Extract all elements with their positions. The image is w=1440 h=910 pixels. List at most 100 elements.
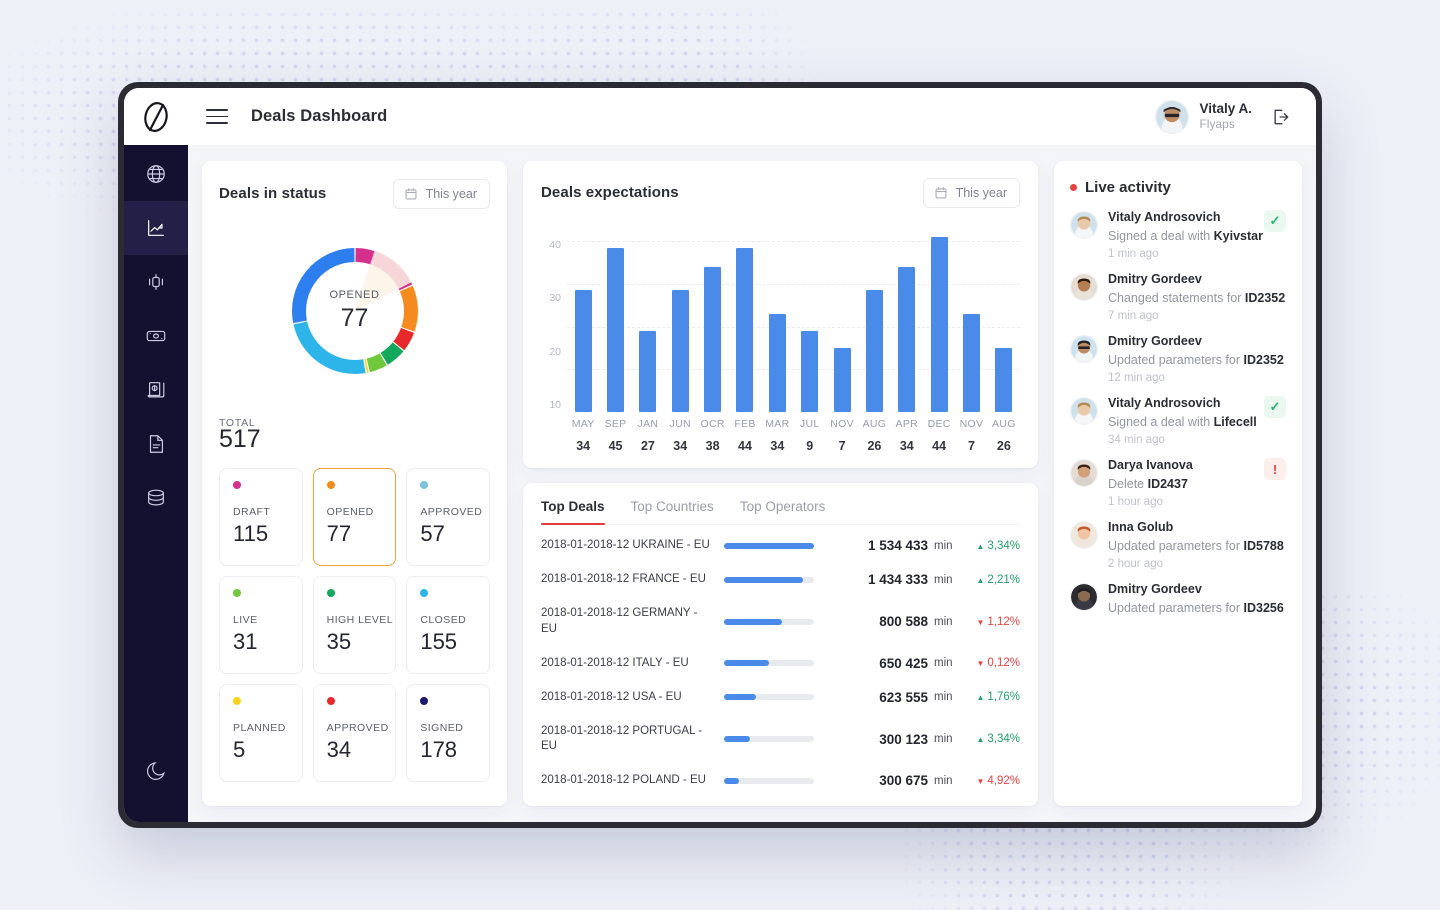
bar-column[interactable] <box>955 224 987 412</box>
hamburger-line <box>206 122 228 124</box>
app-logo[interactable] <box>124 88 188 145</box>
status-badge: ✓ <box>1264 396 1286 418</box>
logout-icon <box>1274 109 1289 124</box>
activity-target: ID2352 <box>1243 353 1284 367</box>
bar-column[interactable] <box>632 224 664 412</box>
deal-minutes: 650 425 <box>879 655 928 671</box>
tab-top-countries[interactable]: Top Countries <box>631 499 714 524</box>
deal-unit: min <box>934 539 953 552</box>
sidebar-item-invoice[interactable] <box>124 363 188 417</box>
deals-status-donut-chart: OPENED 77 <box>219 217 490 405</box>
x-axis-tick: SEP 45 <box>599 412 631 458</box>
table-row[interactable]: 2018-01-2018-12 GERMANY - EU 800 588 min ▼ 1… <box>541 606 1020 637</box>
calendar-icon <box>405 188 417 200</box>
list-item[interactable]: Dmitry Gordeev Changed statements for ID2… <box>1070 272 1286 322</box>
list-item[interactable]: Vitaly Androsovich Signed a deal with Kyi… <box>1070 210 1286 260</box>
tab-top-operators[interactable]: Top Operators <box>740 499 826 524</box>
stat-value: 5 <box>233 737 246 763</box>
x-axis-labels: MAY 34 SEP 45 JAN 27 JUN 34 OCR 38 FEB 44 MAR 34 JUL 9 N… <box>567 412 1020 458</box>
list-item[interactable]: Dmitry Gordeev Updated parameters for ID3… <box>1070 582 1286 615</box>
stat-card-opened[interactable]: OPENED 77 <box>312 468 397 567</box>
expectations-period-filter[interactable]: This year <box>922 178 1020 208</box>
deal-progress-track <box>724 660 814 667</box>
donut-segment-signed[interactable] <box>291 248 355 324</box>
bar-column[interactable] <box>696 224 728 412</box>
bar-column[interactable] <box>567 224 599 412</box>
list-item[interactable]: Darya Ivanova Delete ID2437 1 hour ago! <box>1070 458 1286 508</box>
sidebar-item-banknote[interactable] <box>124 309 188 363</box>
bar-column[interactable] <box>826 224 858 412</box>
table-row[interactable]: 2018-01-2018-12 USA - EU 623 555 min ▲ 1,76% <box>541 690 1020 706</box>
activity-timestamp: 1 min ago <box>1108 248 1159 260</box>
table-row[interactable]: 2018-01-2018-12 POLAND - EU 300 675 min ▼ 4,… <box>541 773 1020 789</box>
stat-card-approved[interactable]: APPROVED 57 <box>406 468 490 567</box>
stat-value: 178 <box>420 737 458 763</box>
charts-column: Deals expectations This year 10 20 30 40 <box>523 161 1038 806</box>
donut-segment-closed[interactable] <box>292 321 366 374</box>
donut-segment-high-level[interactable] <box>379 342 403 365</box>
user-menu[interactable]: Vitaly A. Flyaps <box>1155 99 1252 134</box>
stat-card-live[interactable]: LIVE 31 <box>219 576 303 675</box>
sidebar <box>124 145 188 822</box>
menu-toggle-button[interactable] <box>206 109 228 124</box>
bar-column[interactable] <box>923 224 955 412</box>
activity-target: ID3256 <box>1243 601 1284 615</box>
table-row[interactable]: 2018-01-2018-12 FRANCE - EU 1 434 333 min ▲… <box>541 572 1020 588</box>
list-item[interactable]: Inna Golub Updated parameters for ID5788 2… <box>1070 520 1286 570</box>
stat-card-signed[interactable]: SIGNED 178 <box>406 684 490 783</box>
deal-change: ▲ 3,34% <box>976 539 1020 552</box>
tab-top-deals[interactable]: Top Deals <box>541 499 605 525</box>
bar <box>898 266 916 412</box>
stat-card-high-level[interactable]: HIGH LEVEL 35 <box>312 576 397 675</box>
table-row[interactable]: 2018-01-2018-12 ITALY - EU 650 425 min ▼ 0,1… <box>541 656 1020 672</box>
list-item[interactable]: Vitaly Androsovich Signed a deal with Lif… <box>1070 396 1286 446</box>
bar-column[interactable] <box>794 224 826 412</box>
user-avatar-image <box>1156 100 1189 133</box>
activity-target: ID2352 <box>1244 291 1286 305</box>
sidebar-item-documents[interactable] <box>124 417 188 471</box>
donut-segment-live[interactable] <box>365 353 387 373</box>
status-stat-grid: DRAFT 115 OPENED 77 APPROVED 57 LIVE 31 HIGH LEV… <box>219 468 490 783</box>
stat-card-draft[interactable]: DRAFT 115 <box>219 468 303 567</box>
bar-column[interactable] <box>891 224 923 412</box>
bar-column[interactable] <box>858 224 890 412</box>
x-axis-tick: MAR 34 <box>761 412 793 458</box>
triangle-down-icon: ▼ <box>976 776 985 786</box>
sidebar-item-theme-toggle[interactable] <box>124 744 188 798</box>
logout-button[interactable] <box>1268 104 1294 130</box>
bar-column[interactable] <box>761 224 793 412</box>
status-badge: ✓ <box>1264 210 1286 232</box>
x-axis-tick: OCR 38 <box>696 412 728 458</box>
deal-progress-fill <box>724 542 814 549</box>
deal-name: 2018-01-2018-12 UKRAINE - EU <box>541 539 710 552</box>
top-deals-card: Top Deals Top Countries Top Operators 2018… <box>523 483 1038 806</box>
sidebar-item-globe[interactable] <box>124 147 188 201</box>
table-row[interactable]: 2018-01-2018-12 UKRAINE - EU 1 534 433 min… <box>541 538 1020 554</box>
list-item[interactable]: Dmitry Gordeev Updated parameters for ID2… <box>1070 334 1286 384</box>
bar-column[interactable] <box>988 224 1020 412</box>
deal-change: ▼ 4,92% <box>976 774 1020 787</box>
avatar <box>1070 583 1098 611</box>
donut-segment-opened[interactable] <box>399 285 418 332</box>
bar-column[interactable] <box>729 224 761 412</box>
deal-progress-track <box>724 694 814 701</box>
donut-svg <box>291 248 418 374</box>
status-period-filter[interactable]: This year <box>392 179 490 209</box>
deal-name: 2018-01-2018-12 ITALY - EU <box>541 656 689 669</box>
bar-column[interactable] <box>664 224 696 412</box>
table-row[interactable]: 2018-01-2018-12 PORTUGAL - EU 300 123 min ▲… <box>541 724 1020 755</box>
sidebar-item-analytics[interactable] <box>124 201 188 255</box>
activity-body: Dmitry Gordeev Updated parameters for ID2… <box>1108 334 1286 384</box>
stat-card-closed[interactable]: CLOSED 155 <box>406 576 490 675</box>
stat-card-approved[interactable]: APPROVED 34 <box>312 684 397 783</box>
sidebar-item-database[interactable] <box>124 471 188 525</box>
bar-column[interactable] <box>599 224 631 412</box>
stat-card-planned[interactable]: PLANNED 5 <box>219 684 303 783</box>
y-axis-tick: 30 <box>549 292 561 305</box>
x-axis-tick: JUL 9 <box>794 412 826 458</box>
document-icon <box>149 435 164 453</box>
sidebar-item-candlestick[interactable] <box>124 255 188 309</box>
bar <box>833 347 851 412</box>
donut-segment-approved[interactable] <box>392 327 414 351</box>
x-axis-value: 34 <box>770 439 785 453</box>
